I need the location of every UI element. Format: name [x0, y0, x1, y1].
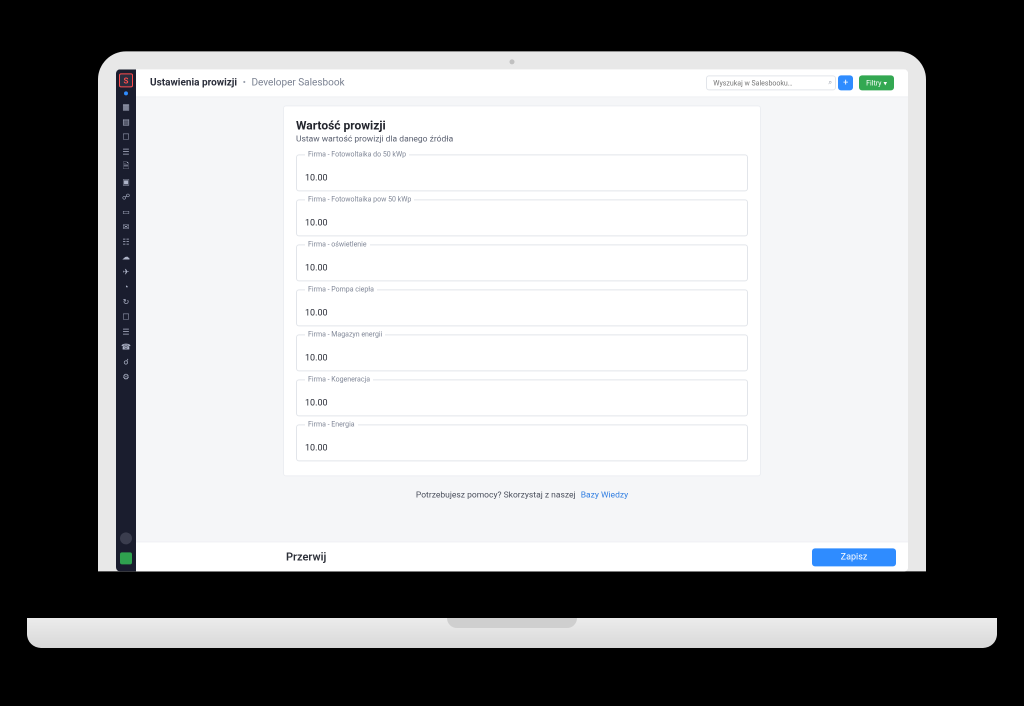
topbar: Ustawienia prowizji • Developer Salesboo…: [136, 69, 908, 97]
commission-input[interactable]: [305, 173, 739, 183]
main: Ustawienia prowizji • Developer Salesboo…: [136, 69, 908, 571]
commission-card: Wartość prowizji Ustaw wartość prowizji …: [283, 105, 761, 476]
add-button-label: +: [843, 78, 848, 88]
field-label: Firma - Kogeneracja: [305, 375, 373, 383]
nav-time-icon[interactable]: ◔: [121, 281, 132, 292]
breadcrumb-separator: •: [243, 77, 246, 88]
laptop-base: [27, 618, 997, 648]
logo-letter: S: [124, 76, 129, 85]
nav-dashboard-icon[interactable]: ▦: [121, 101, 132, 112]
help-text-label: Potrzebujesz pomocy? Skorzystaj z naszej: [416, 490, 576, 500]
nav-chart-icon[interactable]: ▤: [121, 116, 132, 127]
nav-refresh-icon[interactable]: ↻: [121, 296, 132, 307]
filter-button[interactable]: Filtry ▾: [859, 75, 894, 90]
logo[interactable]: S: [119, 73, 133, 87]
nav-send-icon[interactable]: ✈: [121, 266, 132, 277]
cancel-button[interactable]: Przerwij: [286, 550, 326, 563]
field-group: Firma - Magazyn energii: [296, 334, 748, 371]
nav-settings-icon[interactable]: ⚙: [121, 371, 132, 382]
app-root: S ▦ ▤ ☐ ☰ 🗎 ▣ ☍ ▭ ✉ ☷ ☁ ✈ ◔ ↻ ☐ ☰ ☎ ☌: [116, 69, 908, 571]
chevron-down-icon: ▾: [883, 79, 887, 87]
nav-list-icon[interactable]: ☰: [121, 326, 132, 337]
field-group: Firma - Kogeneracja: [296, 379, 748, 416]
user-avatar[interactable]: [120, 532, 132, 544]
app-badge[interactable]: [120, 552, 132, 564]
field-label: Firma - oświetlenie: [305, 240, 370, 248]
commission-input[interactable]: [305, 353, 739, 363]
nav-phone-icon[interactable]: ☎: [121, 341, 132, 352]
help-text: Potrzebujesz pomocy? Skorzystaj z naszej…: [416, 490, 628, 500]
nav-doc-icon[interactable]: 🗎: [121, 161, 132, 172]
field-label: Firma - Energia: [305, 420, 358, 428]
field-group: Firma - oświetlenie: [296, 244, 748, 281]
nav-mail-icon[interactable]: ✉: [121, 221, 132, 232]
save-button[interactable]: Zapisz: [812, 548, 896, 566]
field-group: Firma - Pompa ciepła: [296, 289, 748, 326]
nav-chat-icon[interactable]: ☁: [121, 251, 132, 262]
field-group: Firma - Fotowoltaika do 50 kWp: [296, 154, 748, 191]
screen: S ▦ ▤ ☐ ☰ 🗎 ▣ ☍ ▭ ✉ ☷ ☁ ✈ ◔ ↻ ☐ ☰ ☎ ☌: [116, 69, 908, 571]
content-area: Wartość prowizji Ustaw wartość prowizji …: [136, 97, 908, 541]
nav-folder-icon[interactable]: ▭: [121, 206, 132, 217]
nav-building-icon[interactable]: ☐: [121, 131, 132, 142]
commission-input[interactable]: [305, 443, 739, 453]
field-label: Firma - Fotowoltaika do 50 kWp: [305, 150, 409, 158]
filter-button-label: Filtry: [866, 79, 881, 87]
add-button[interactable]: +: [838, 75, 853, 90]
search-input[interactable]: [706, 75, 836, 90]
field-group: Firma - Energia: [296, 424, 748, 461]
commission-input[interactable]: [305, 218, 739, 228]
nav-layers-icon[interactable]: ☷: [121, 236, 132, 247]
laptop-frame: S ▦ ▤ ☐ ☰ 🗎 ▣ ☍ ▭ ✉ ☷ ☁ ✈ ◔ ↻ ☐ ☰ ☎ ☌: [98, 51, 926, 571]
sidebar: S ▦ ▤ ☐ ☰ 🗎 ▣ ☍ ▭ ✉ ☷ ☁ ✈ ◔ ↻ ☐ ☰ ☎ ☌: [116, 69, 136, 571]
footer: Przerwij Zapisz: [136, 541, 908, 571]
nav-briefcase-icon[interactable]: ☍: [121, 191, 132, 202]
card-title: Wartość prowizji: [296, 118, 748, 132]
field-label: Firma - Pompa ciepła: [305, 285, 377, 293]
field-label: Firma - Magazyn energii: [305, 330, 385, 338]
camera-dot: [510, 59, 515, 64]
nav-calendar-icon[interactable]: ▣: [121, 176, 132, 187]
breadcrumb-context: Developer Salesbook: [251, 77, 344, 88]
nav-bookmark-icon[interactable]: ☐: [121, 311, 132, 322]
nav-contacts-icon[interactable]: ☰: [121, 146, 132, 157]
field-group: Firma - Fotowoltaika pow 50 kWp: [296, 199, 748, 236]
page-title: Ustawienia prowizji: [150, 77, 237, 88]
commission-input[interactable]: [305, 308, 739, 318]
breadcrumb: Ustawienia prowizji • Developer Salesboo…: [150, 77, 345, 88]
knowledge-base-link[interactable]: Bazy Wiedzy: [581, 490, 628, 500]
card-subtitle: Ustaw wartość prowizji dla danego źródła: [296, 134, 748, 144]
commission-input[interactable]: [305, 398, 739, 408]
notification-dot: [124, 91, 128, 95]
field-label: Firma - Fotowoltaika pow 50 kWp: [305, 195, 414, 203]
nav-search-icon[interactable]: ☌: [121, 356, 132, 367]
commission-input[interactable]: [305, 263, 739, 273]
